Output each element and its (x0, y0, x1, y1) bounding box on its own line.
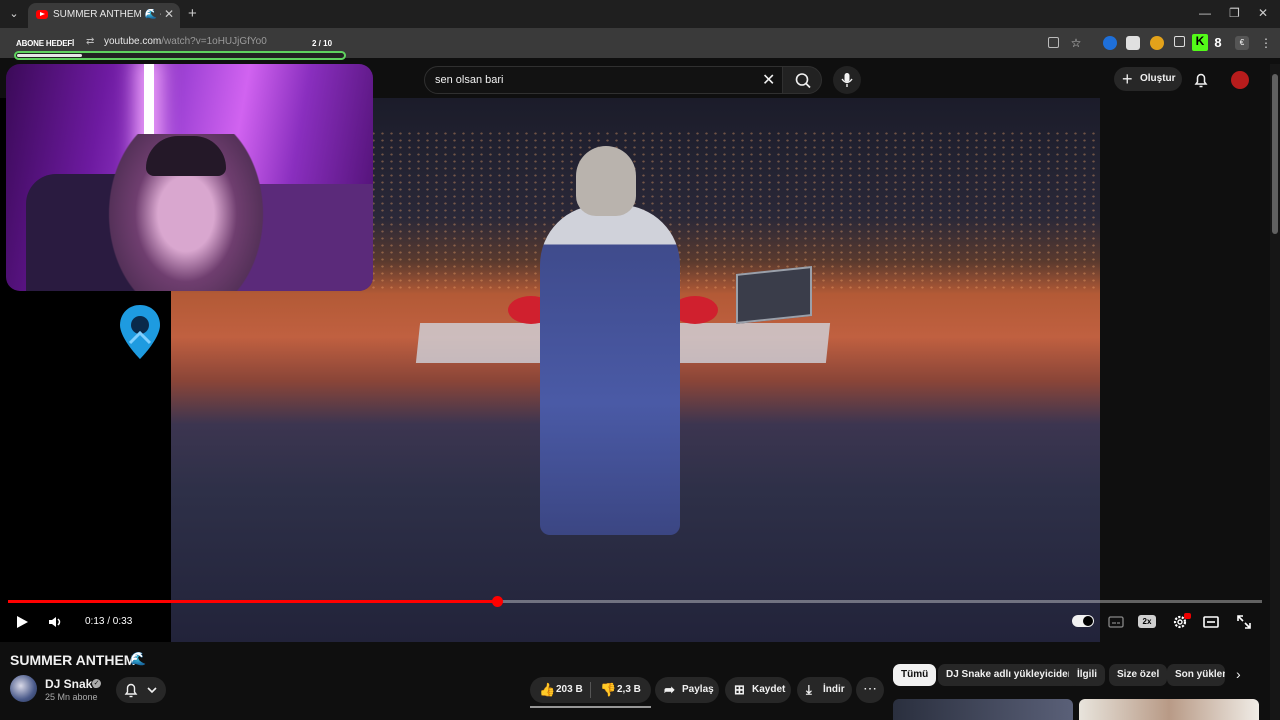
close-window-icon[interactable]: ✕ (1258, 6, 1268, 20)
video-progress-bar[interactable] (8, 596, 1262, 607)
youtube-favicon-icon (36, 10, 48, 19)
browser-menu-icon[interactable]: ⋮ (1259, 36, 1273, 50)
extension-face-icon[interactable] (1150, 36, 1164, 50)
recommended-thumbnail[interactable] (893, 699, 1073, 720)
subscriber-count: 25 Mn abone (45, 692, 98, 702)
play-button[interactable] (14, 613, 30, 631)
profile-icon[interactable]: € (1235, 36, 1249, 50)
create-label: Oluştur (1140, 73, 1176, 84)
webcam-overlay (6, 64, 373, 291)
search-icon (795, 73, 811, 89)
hd-badge-icon (1184, 613, 1191, 619)
chip-from-uploader[interactable]: DJ Snake adlı yükleyiciden (938, 664, 1082, 686)
verified-check-icon: ✓ (92, 679, 101, 688)
search-input[interactable]: sen olsan bari (424, 66, 784, 94)
goal-label: ABONE HEDEFİ (16, 39, 75, 48)
goal-count: 2 / 10 (312, 39, 333, 48)
download-icon: ⤓ (806, 682, 812, 697)
download-button[interactable]: ⤓ İndir (797, 677, 852, 703)
map-pin-logo-icon (118, 303, 162, 361)
chip-all[interactable]: Tümü (893, 664, 937, 686)
browser-tab-bar: ⌄ SUMMER ANTHEM 🌊 - YouTube ✕ + — ❐ ✕ (0, 0, 1280, 28)
like-count: 203 B (556, 684, 583, 695)
more-actions-button[interactable]: ⋯ (856, 677, 884, 703)
like-ratio-bar (530, 706, 651, 708)
fullscreen-icon (1237, 615, 1251, 629)
chip-related[interactable]: İlgili (1069, 664, 1105, 686)
extensions-puzzle-icon[interactable] (1174, 36, 1185, 47)
voice-search-button[interactable] (833, 66, 861, 94)
theater-mode-icon (1203, 616, 1219, 628)
save-playlist-icon: ⊞ (734, 682, 745, 697)
restore-icon[interactable]: ❐ (1229, 6, 1240, 20)
like-button[interactable]: 👍 203 B (530, 677, 590, 703)
subscription-bell-button[interactable] (116, 677, 166, 703)
save-button[interactable]: ⊞ Kaydet (725, 677, 791, 703)
goal-progress-fill (17, 54, 83, 57)
video-scrubber-handle[interactable] (492, 596, 504, 607)
bell-chevron-icon (124, 683, 157, 698)
extension-shield-icon[interactable] (1126, 36, 1140, 50)
share-button[interactable]: ➦ Paylaş (655, 677, 719, 703)
download-label: İndir (823, 684, 845, 695)
subtitles-icon (1108, 616, 1124, 628)
tab-close-icon[interactable]: ✕ (164, 7, 174, 21)
time-display: 0:13 / 0:33 (85, 616, 133, 627)
search-input-value: sen olsan bari (435, 74, 504, 86)
bookmark-star-icon[interactable]: ☆ (1069, 36, 1083, 50)
cast-icon[interactable] (1048, 37, 1059, 48)
share-label: Paylaş (682, 684, 714, 695)
plus-icon: + (1122, 69, 1133, 89)
notifications-button[interactable] (1192, 71, 1210, 89)
wave-emoji-icon: 🌊 (130, 651, 147, 666)
video-progress-played (8, 600, 498, 603)
channel-avatar[interactable] (10, 675, 37, 702)
tab-search-chevron-icon[interactable]: ⌄ (4, 4, 24, 24)
fullscreen-button[interactable] (1235, 613, 1253, 631)
clear-search-icon[interactable]: ✕ (762, 70, 775, 90)
subtitles-button[interactable] (1108, 613, 1124, 631)
new-tab-button[interactable]: + (188, 5, 197, 22)
share-arrow-icon: ➦ (664, 682, 675, 697)
play-icon (17, 616, 28, 628)
kick-icon[interactable]: K (1192, 34, 1208, 51)
search-button[interactable] (782, 66, 822, 94)
subscriber-goal-widget: ABONE HEDEFİ 2 / 10 (6, 36, 346, 66)
dj-head (576, 146, 636, 216)
video-title: SUMMER ANTHEM (10, 652, 136, 668)
bell-icon (1194, 73, 1208, 88)
channel-name[interactable]: DJ Snake (45, 677, 99, 691)
microphone-icon (841, 73, 853, 87)
dj-figure (540, 205, 680, 535)
volume-icon (49, 617, 61, 627)
thumbs-down-icon: 👎 (600, 682, 617, 697)
dislike-button[interactable]: 👎 2,3 B (591, 677, 651, 703)
thumbs-up-icon: 👍 (539, 682, 556, 697)
dj-laptop (736, 266, 812, 324)
dislike-count: 2,3 B (617, 684, 641, 695)
page-scrollbar[interactable] (1270, 64, 1280, 720)
like-dislike-group: 👍 203 B 👎 2,3 B (530, 677, 651, 703)
autoplay-toggle[interactable] (1072, 615, 1094, 627)
mute-button[interactable] (46, 613, 64, 631)
account-avatar[interactable] (1231, 71, 1249, 89)
speed-badge[interactable]: 2x (1138, 615, 1156, 628)
create-button[interactable]: + Oluştur (1114, 67, 1182, 91)
tab-title: SUMMER ANTHEM 🌊 - YouTube (53, 9, 161, 20)
chips-next-chevron-icon[interactable]: › (1236, 666, 1241, 682)
scrollbar-thumb[interactable] (1272, 74, 1278, 234)
extension-blue-icon[interactable] (1103, 36, 1117, 50)
recommended-thumbnail[interactable] (1079, 699, 1259, 720)
minimize-icon[interactable]: — (1199, 6, 1211, 20)
browser-tab[interactable]: SUMMER ANTHEM 🌊 - YouTube ✕ (28, 3, 180, 28)
extension-8-icon[interactable]: 8 (1211, 36, 1225, 50)
goal-progress-bar (14, 51, 346, 60)
chip-recently-uploaded[interactable]: Son yüklenenler (1167, 664, 1225, 686)
save-label: Kaydet (752, 684, 786, 695)
theater-mode-button[interactable] (1202, 613, 1220, 631)
chip-for-you[interactable]: Size özel (1109, 664, 1168, 686)
